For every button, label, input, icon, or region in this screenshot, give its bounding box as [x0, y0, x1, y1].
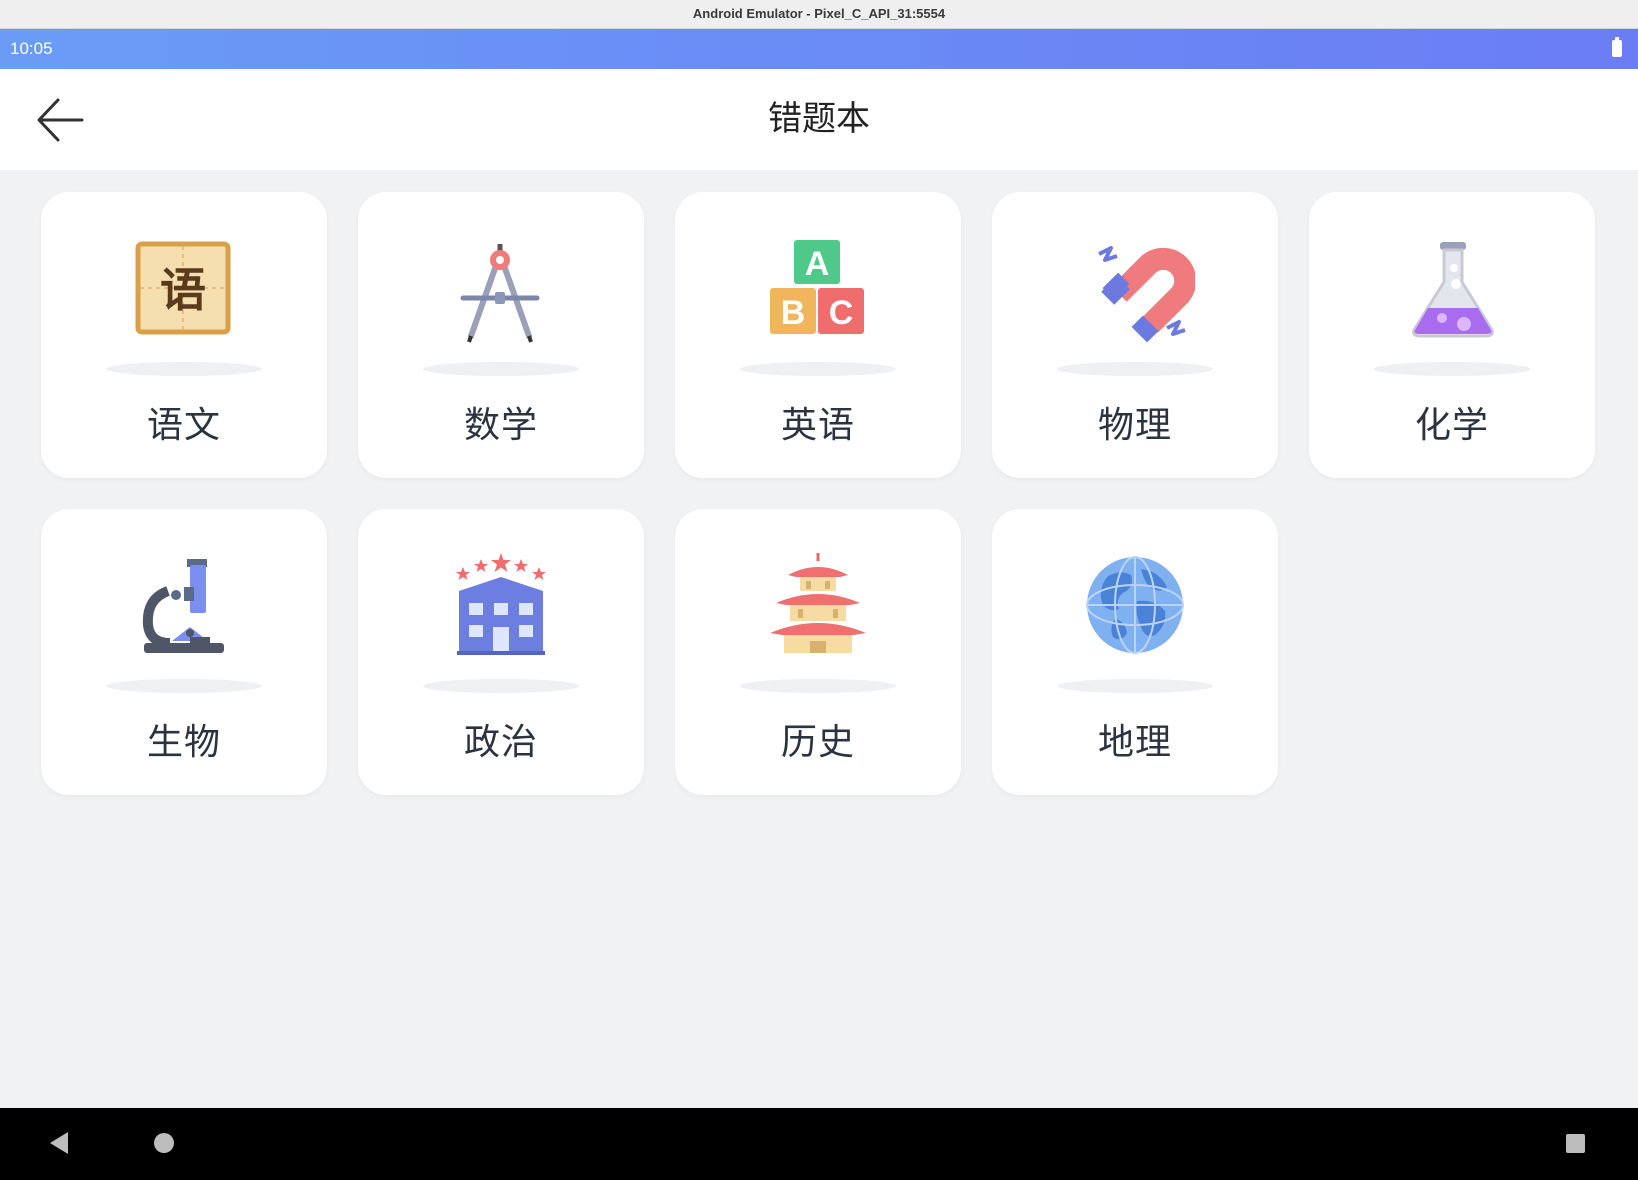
subject-card-english[interactable]: A B C 英语 [675, 192, 961, 478]
globe-icon [1086, 556, 1184, 654]
page-title: 错题本 [768, 99, 870, 139]
chinese-icon-text: 语 [160, 263, 206, 317]
card-shadow [423, 362, 579, 376]
square-recents-icon[interactable] [1566, 1134, 1585, 1153]
subject-label: 生物 [146, 722, 221, 763]
microscope-icon [142, 559, 224, 653]
pagoda-icon [770, 553, 866, 653]
card-shadow [106, 679, 262, 693]
subject-card-biology[interactable]: 生物 [41, 509, 327, 795]
abc-blocks-icon: A B C [770, 240, 864, 334]
subject-card-geography[interactable]: 地理 [992, 509, 1278, 795]
subject-card-history[interactable]: 历史 [675, 509, 961, 795]
card-shadow [1057, 679, 1213, 693]
card-shadow [740, 362, 896, 376]
card-shadow [106, 362, 262, 376]
window-title: Android Emulator - Pixel_C_API_31:5554 [692, 6, 946, 21]
subject-label: 物理 [1097, 405, 1172, 446]
battery-icon [1612, 37, 1622, 57]
back-button[interactable] [30, 89, 90, 149]
circle-home-icon[interactable] [154, 1133, 174, 1153]
subject-label: 英语 [780, 405, 855, 446]
card-shadow [423, 679, 579, 693]
system-nav-bar [0, 1108, 1638, 1180]
subject-label: 历史 [780, 722, 855, 763]
subject-label: 地理 [1097, 722, 1172, 763]
arrow-left-icon [37, 98, 84, 142]
subject-card-politics[interactable]: 政治 [358, 509, 644, 795]
block-b-text: B [781, 294, 806, 332]
triangle-back-icon[interactable] [50, 1132, 68, 1154]
subject-label: 化学 [1414, 405, 1489, 446]
window-title-bar: Android Emulator - Pixel_C_API_31:5554 [0, 0, 1638, 29]
status-bar: 10:05 [0, 29, 1638, 69]
subject-label: 语文 [146, 405, 221, 446]
subject-card-chemistry[interactable]: 化学 [1309, 192, 1595, 478]
block-c-text: C [829, 294, 854, 332]
subject-label: 政治 [463, 722, 538, 763]
compass-drawing-icon [460, 244, 540, 343]
government-building-icon [456, 553, 546, 655]
subject-card-math[interactable]: 数学 [358, 192, 644, 478]
status-time: 10:05 [10, 39, 53, 58]
magnet-icon [1098, 246, 1195, 343]
subject-label: 数学 [463, 405, 538, 446]
block-a-text: A [805, 245, 830, 283]
chinese-character-icon: 语 [135, 241, 231, 335]
card-shadow [1374, 362, 1530, 376]
subject-card-chinese[interactable]: 语 语文 [41, 192, 327, 478]
app-header: 错题本 [0, 69, 1638, 170]
subject-card-physics[interactable]: 物理 [992, 192, 1278, 478]
flask-icon [1412, 242, 1494, 338]
card-shadow [1057, 362, 1213, 376]
card-shadow [740, 679, 896, 693]
